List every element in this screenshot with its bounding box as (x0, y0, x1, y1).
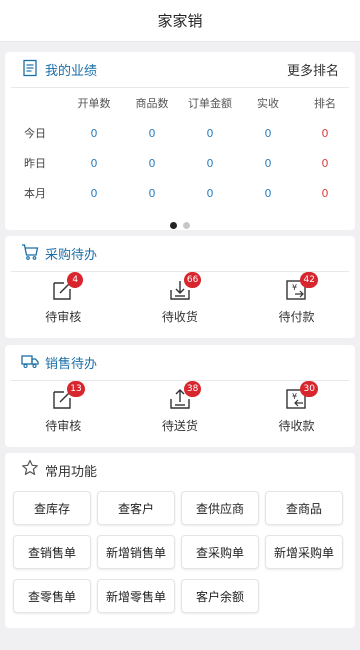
function-button[interactable]: 查零售单 (13, 579, 91, 613)
collect-icon: ¥ (284, 389, 308, 415)
table-cell: 0 (90, 186, 98, 200)
count-badge: 30 (300, 381, 318, 397)
purchase-pending-review[interactable]: 4 待审核 (5, 272, 122, 325)
function-button[interactable]: 查采购单 (181, 535, 259, 569)
todo-label: 待收款 (278, 419, 315, 433)
purchase-card: 采购待办 4 待审核 66 待收货 ¥ 42 待付款 (5, 236, 355, 338)
table-cell: 0 (206, 186, 214, 200)
function-button[interactable]: 客户余额 (181, 579, 259, 613)
table-cell: 0 (264, 186, 272, 200)
column-header: 商品数 (135, 97, 169, 110)
todo-label: 待送货 (161, 419, 198, 433)
edit-icon (51, 282, 75, 306)
table-row: 本月 0 0 0 0 0 (5, 178, 355, 208)
function-button[interactable]: 查供应商 (181, 491, 259, 525)
functions-header: 常用功能 (11, 453, 349, 487)
deliver-icon (168, 389, 192, 415)
table-cell: 0 (264, 156, 272, 170)
count-badge: 42 (300, 272, 318, 288)
count-badge: 4 (67, 272, 84, 288)
sales-card: 销售待办 13 待审核 38 待送货 ¥ 30 待收款 (5, 345, 355, 447)
svg-text:¥: ¥ (292, 283, 297, 292)
function-button[interactable]: 查库存 (13, 491, 91, 525)
table-cell: 0 (206, 156, 214, 170)
table-cell: 0 (148, 156, 156, 170)
count-badge: 66 (183, 272, 202, 288)
truck-icon (21, 352, 39, 374)
sales-pending-review[interactable]: 13 待审核 (5, 381, 122, 434)
function-button[interactable]: 查客户 (97, 491, 175, 525)
row-label: 今日 (24, 127, 46, 140)
count-badge: 13 (67, 381, 85, 397)
column-header: 排名 (314, 97, 336, 110)
more-ranking-link[interactable]: 更多排名 (287, 60, 339, 79)
table-cell: 0 (148, 126, 156, 140)
function-button[interactable]: 新增销售单 (97, 535, 175, 569)
sales-pending-collect[interactable]: ¥ 30 待收款 (238, 381, 355, 434)
performance-table: 开单数 商品数 订单金额 实收 排名 今日 0 0 0 0 0 昨日 0 0 0… (5, 88, 355, 208)
sales-header: 销售待办 (11, 345, 349, 381)
top-bar: 家家销 (0, 0, 360, 42)
table-cell: 0 (206, 126, 214, 140)
count-badge: 38 (183, 381, 202, 397)
performance-title: 我的业绩 (45, 64, 98, 79)
row-label: 本月 (24, 187, 46, 200)
performance-card: 我的业绩 更多排名 开单数 商品数 订单金额 实收 排名 今日 0 0 0 0 … (5, 52, 355, 230)
receive-icon (168, 281, 192, 306)
function-button[interactable]: 查商品 (265, 491, 343, 525)
document-icon (21, 59, 39, 81)
sales-title: 销售待办 (45, 357, 98, 372)
functions-card: 常用功能 查库存 查客户 查供应商 查商品 查销售单 新增销售单 查采购单 新增… (5, 453, 355, 628)
table-cell: 0 (148, 186, 156, 200)
functions-grid: 查库存 查客户 查供应商 查商品 查销售单 新增销售单 查采购单 新增采购单 查… (13, 491, 349, 613)
purchase-title: 采购待办 (45, 248, 98, 263)
table-cell: 0 (321, 126, 329, 140)
column-header: 实收 (257, 97, 279, 110)
sales-todo-row: 13 待审核 38 待送货 ¥ 30 待收款 (5, 381, 355, 434)
table-row: 昨日 0 0 0 0 0 (5, 148, 355, 178)
table-header-row: 开单数 商品数 订单金额 实收 排名 (5, 88, 355, 118)
row-label: 昨日 (24, 157, 46, 170)
pay-icon: ¥ (284, 280, 308, 306)
cart-icon (21, 243, 39, 265)
column-header: 开单数 (77, 97, 111, 110)
page-title: 家家销 (157, 12, 203, 30)
svg-text:¥: ¥ (292, 392, 297, 401)
purchase-header: 采购待办 (11, 236, 349, 272)
function-button[interactable]: 新增采购单 (265, 535, 343, 569)
purchase-pending-pay[interactable]: ¥ 42 待付款 (238, 272, 355, 325)
edit-icon (51, 391, 75, 415)
table-cell: 0 (90, 156, 98, 170)
carousel-dot-2[interactable] (183, 222, 190, 229)
table-cell: 0 (321, 156, 329, 170)
performance-header: 我的业绩 更多排名 (11, 52, 349, 88)
todo-label: 待审核 (45, 310, 82, 324)
table-cell: 0 (264, 126, 272, 140)
todo-label: 待付款 (278, 310, 315, 324)
function-button[interactable]: 新增零售单 (97, 579, 175, 613)
carousel-dot-1[interactable] (170, 222, 177, 229)
table-cell: 0 (321, 186, 329, 200)
todo-label: 待收货 (161, 310, 198, 324)
column-header: 订单金额 (188, 97, 232, 110)
function-button[interactable]: 查销售单 (13, 535, 91, 569)
purchase-todo-row: 4 待审核 66 待收货 ¥ 42 待付款 (5, 272, 355, 325)
purchase-pending-receive[interactable]: 66 待收货 (122, 272, 239, 325)
carousel-dots (5, 222, 355, 229)
table-row: 今日 0 0 0 0 0 (5, 118, 355, 148)
table-cell: 0 (90, 126, 98, 140)
functions-title: 常用功能 (45, 464, 98, 480)
star-icon (21, 459, 39, 481)
todo-label: 待审核 (45, 419, 82, 433)
sales-pending-deliver[interactable]: 38 待送货 (122, 381, 239, 434)
